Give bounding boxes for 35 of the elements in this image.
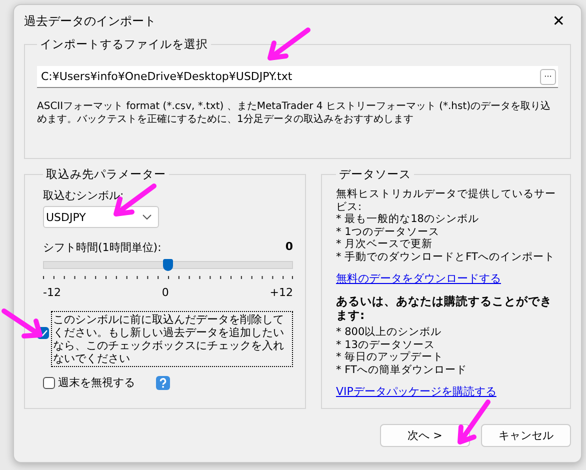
- close-button[interactable]: ✕: [546, 12, 571, 30]
- group-title: データソース: [338, 167, 412, 182]
- symbol-dropdown[interactable]: USDJPY: [43, 206, 159, 228]
- dialog-button[interactable]: 次へ >: [380, 424, 470, 447]
- subscribe-link[interactable]: VIPデータパッケージを購読する: [336, 384, 558, 399]
- file-path-field[interactable]: C:¥Users¥info¥OneDrive¥Desktop¥USDJPY.txt ···: [37, 66, 558, 88]
- group-title: インポートするファイルを選択: [39, 37, 209, 52]
- list-item: * 1つのデータソース: [336, 226, 440, 238]
- list-item: * 月次ベースで更新: [336, 238, 434, 250]
- download-link[interactable]: 無料のデータをダウンロードする: [336, 271, 558, 286]
- shift-value: 0: [285, 240, 293, 255]
- slider-track[interactable]: [43, 261, 293, 269]
- list-item: * 13のデータソース: [336, 338, 436, 351]
- checkbox-label: このシンボルに前に取込んだデータを削除してください。もし新しい過去データを追加したいなら、このチェックボックスにチェックを入れないでください: [51, 311, 293, 367]
- scale-label: +12: [270, 286, 293, 299]
- list-item: * 手動でのダウンロードとFTへのインポート: [336, 250, 556, 263]
- group-title: 取込み先パラメーター: [45, 167, 167, 182]
- help-icon[interactable]: [156, 376, 170, 390]
- description-text: ASCIIフォーマット format (*.csv, *.txt) 、またMetaTrader 4 ヒストリーフォーマット (*.hst)のデータを取り込めます。バックテストを正確にするために、1分足データの取込みをおすすめします: [37, 100, 552, 126]
- checkbox-label: 週末を無視する: [57, 375, 136, 390]
- list-item: * 毎日のアップデート: [336, 351, 445, 364]
- list-item: * 最も一般的な18のシンボル: [336, 213, 480, 226]
- dialog-button[interactable]: キャンセル: [481, 424, 571, 447]
- browse-button[interactable]: ···: [540, 68, 556, 84]
- window-title: 過去データのインポート: [24, 12, 156, 30]
- list-item: * 800以上のシンボル: [336, 326, 443, 338]
- scale-label: -12: [43, 286, 61, 299]
- slider-thumb[interactable]: [163, 259, 173, 271]
- shift-label: シフト時間(1時間単位):: [43, 240, 162, 255]
- info-heading: 無料ヒストリカルデータで提供しているサービス:: [336, 188, 557, 213]
- info-heading: あるいは、あなたは購読することができます:: [336, 294, 553, 322]
- scale-label: 0: [162, 286, 169, 299]
- chevron-icon: [142, 214, 152, 220]
- checkbox[interactable]: [43, 377, 55, 389]
- list-item: * FTへの簡単ダウンロード: [336, 364, 468, 376]
